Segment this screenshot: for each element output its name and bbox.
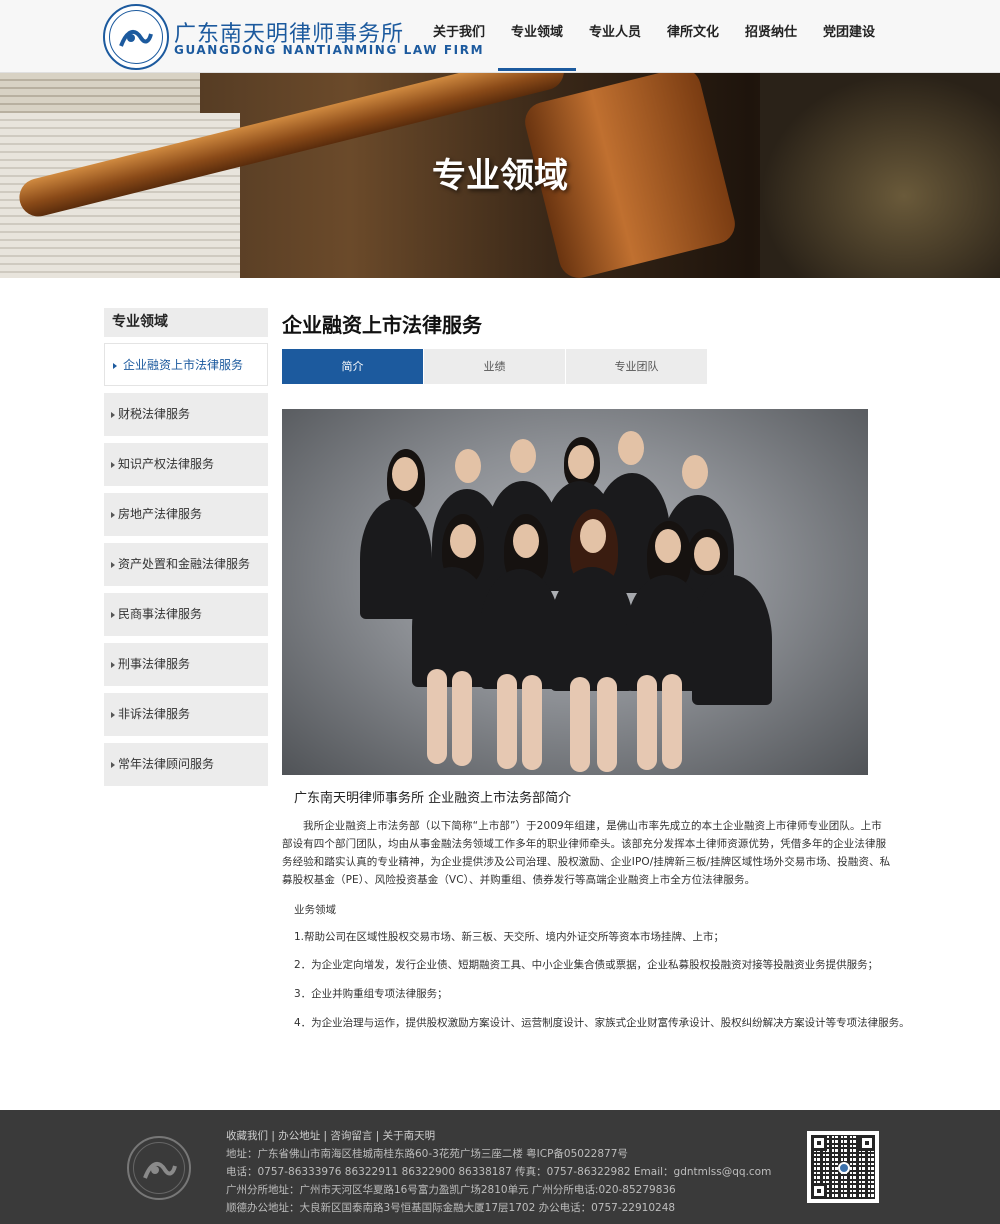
sidebar: 专业领域 企业融资上市法律服务 财税法律服务 知识产权法律服务 房地产法律服务 … — [104, 308, 268, 793]
photo-face — [450, 524, 476, 558]
sidebar-item-criminal[interactable]: 刑事法律服务 — [104, 643, 268, 686]
photo-face — [513, 524, 539, 558]
nav-professionals[interactable]: 专业人员 — [576, 0, 654, 73]
logo-swoosh-icon — [119, 29, 153, 47]
qr-corner — [859, 1135, 875, 1151]
footer-shunde-office: 顺德办公地址：大良新区国泰南路3号恒基国际金融大厦17层1702 办公电话：07… — [226, 1202, 676, 1214]
business-item: 4．为企业治理与运作，提供股权激励方案设计、运营制度设计、家族式企业财富传承设计… — [294, 1017, 910, 1029]
photo-leg — [597, 677, 617, 772]
footer-links[interactable]: 收藏我们 | 办公地址 | 咨询留言 | 关于南天明 — [226, 1128, 435, 1143]
business-heading: 业务领域 — [294, 904, 336, 916]
footer-logo — [127, 1136, 191, 1200]
qr-corner — [811, 1183, 827, 1199]
nav-culture[interactable]: 律所文化 — [654, 0, 732, 73]
sidebar-item-civil-commercial[interactable]: 民商事法律服务 — [104, 593, 268, 636]
sidebar-title: 专业领域 — [104, 308, 268, 337]
section-subtitle: 广东南天明律师事务所 企业融资上市法务部简介 — [294, 791, 572, 806]
nav-practice-areas[interactable]: 专业领域 — [498, 0, 576, 73]
business-item: 2．为企业定向增发，发行企业债、短期融资工具、中小企业集合债或票据，企业私募股权… — [294, 959, 879, 971]
photo-leg — [497, 674, 517, 769]
photo-face — [510, 439, 536, 473]
sidebar-item-tax[interactable]: 财税法律服务 — [104, 393, 268, 436]
photo-leg — [570, 677, 590, 772]
tab-performance[interactable]: 业绩 — [424, 349, 565, 384]
qr-code-icon — [807, 1131, 879, 1203]
photo-face — [694, 537, 720, 571]
sidebar-item-ip[interactable]: 知识产权法律服务 — [104, 443, 268, 486]
business-item: 1.帮助公司在区域性股权交易市场、新三板、天交所、境内外证交所等资本市场挂牌、上… — [294, 931, 725, 943]
banner-title: 专业领域 — [432, 156, 568, 196]
photo-face — [682, 455, 708, 489]
intro-paragraph: 我所企业融资上市法务部（以下简称“上市部”）于2009年组建，是佛山市率先成立的… — [282, 820, 891, 886]
tab-team[interactable]: 专业团队 — [566, 349, 707, 384]
firm-logo[interactable] — [103, 4, 169, 70]
nav-careers[interactable]: 招贤纳仕 — [732, 0, 810, 73]
banner-books-top — [0, 73, 200, 113]
content-tabs: 简介 业绩 专业团队 — [282, 349, 708, 384]
photo-leg — [637, 675, 657, 770]
main-nav: 关于我们 专业领域 专业人员 律所文化 招贤纳仕 党团建设 — [420, 0, 888, 73]
qr-corner — [811, 1135, 827, 1151]
qr-pattern — [811, 1135, 875, 1199]
photo-person — [480, 569, 560, 689]
sidebar-item-non-litigation[interactable]: 非诉法律服务 — [104, 693, 268, 736]
sidebar-item-real-estate[interactable]: 房地产法律服务 — [104, 493, 268, 536]
footer-logo-swoosh-icon — [143, 1161, 177, 1179]
qr-center-logo — [838, 1162, 850, 1174]
nav-about[interactable]: 关于我们 — [420, 0, 498, 73]
site-header: 广东南天明律师事务所 GUANGDONG NANTIANMING LAW FIR… — [0, 0, 1000, 73]
photo-face — [392, 457, 418, 491]
photo-leg — [662, 674, 682, 769]
team-photo — [282, 409, 868, 775]
photo-face — [455, 449, 481, 483]
business-item: 3．企业并购重组专项法律服务； — [294, 988, 448, 1000]
photo-leg — [452, 671, 472, 766]
photo-face — [618, 431, 644, 465]
photo-face — [655, 529, 681, 563]
photo-leg — [522, 675, 542, 770]
footer-address: 地址：广东省佛山市南海区桂城南桂东路60-3花苑广场三座二楼 粤ICP备0502… — [226, 1148, 628, 1160]
footer-phone: 电话：0757-86333976 86322911 86322900 86338… — [226, 1166, 772, 1178]
page-banner: 专业领域 — [0, 73, 1000, 278]
photo-face — [580, 519, 606, 553]
photo-face — [568, 445, 594, 479]
sidebar-item-ipo-financing[interactable]: 企业融资上市法律服务 — [104, 343, 268, 386]
photo-leg — [427, 669, 447, 764]
tab-intro[interactable]: 简介 — [282, 349, 423, 384]
footer-guangzhou-office: 广州分所地址：广州市天河区华夏路16号富力盈凯广场2810单元 广州分所电话:0… — [226, 1184, 676, 1196]
photo-person — [692, 575, 772, 705]
photo-person — [550, 567, 634, 691]
sidebar-item-asset-finance[interactable]: 资产处置和金融法律服务 — [104, 543, 268, 586]
page-title: 企业融资上市法律服务 — [282, 313, 482, 337]
nav-party-building[interactable]: 党团建设 — [810, 0, 888, 73]
sidebar-item-legal-counsel[interactable]: 常年法律顾问服务 — [104, 743, 268, 786]
